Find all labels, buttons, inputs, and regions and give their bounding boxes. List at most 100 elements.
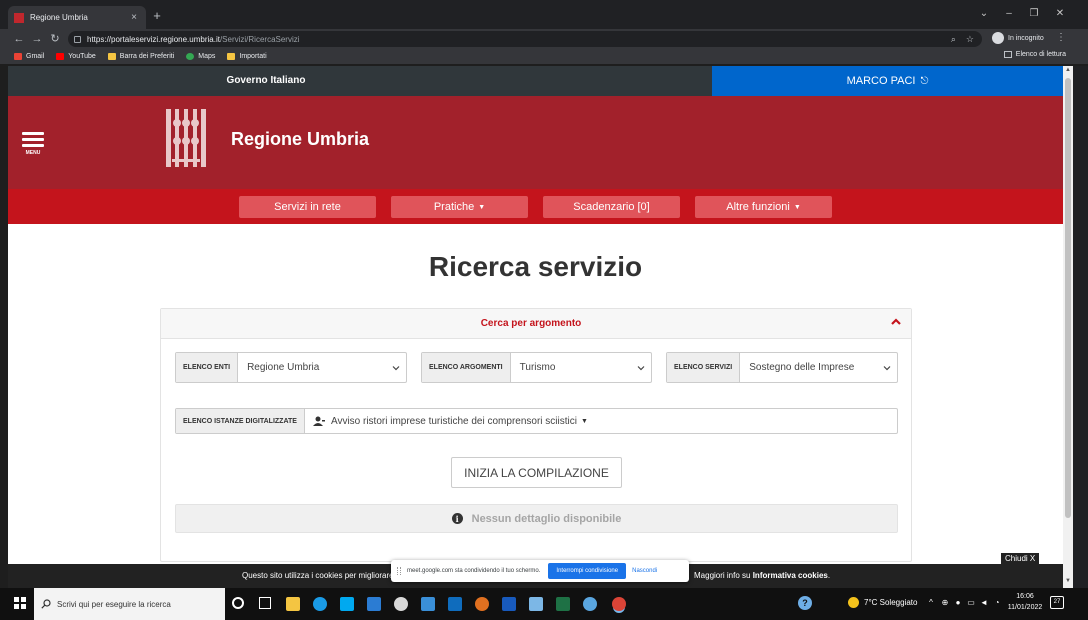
search-placeholder: Scrivi qui per eseguire la ricerca (57, 599, 171, 609)
browser-menu-icon[interactable]: ⋮ (1056, 32, 1066, 43)
weather-text: 7°C Soleggiato (864, 598, 918, 607)
panel-header[interactable]: Cerca per argomento (161, 309, 911, 339)
field-value[interactable]: Avviso ristori imprese turistiche dei co… (305, 409, 897, 433)
menu-label: MENU (25, 150, 41, 156)
argomenti-select[interactable]: ELENCO ARGOMENTI Turismo (421, 352, 652, 383)
back-icon[interactable]: ← (12, 32, 26, 46)
task-view-icon[interactable] (259, 597, 271, 609)
weather-widget[interactable]: 7°C Soleggiato (848, 597, 917, 608)
nav-altre-funzioni[interactable]: Altre funzioni ▼ (695, 196, 832, 218)
bookmark-folder-preferiti[interactable]: Barra dei Preferiti (107, 53, 174, 60)
nav-scadenzario[interactable]: Scadenzario [0] (543, 196, 680, 218)
network-icon[interactable]: ⊕ (940, 598, 950, 607)
cortana-icon[interactable] (232, 597, 244, 609)
enti-select[interactable]: ELENCO ENTI Regione Umbria (175, 352, 407, 383)
cookie-close-button[interactable]: Chiudi X (1001, 553, 1040, 564)
scroll-down-icon[interactable]: ▼ (1064, 578, 1072, 584)
logout-icon: ⎋ (920, 75, 929, 87)
tab-search-icon[interactable]: ⌄ (976, 8, 992, 19)
bookmark-folder-importati[interactable]: Importati (227, 53, 267, 60)
field-label: ELENCO ENTI (176, 353, 239, 382)
nav-servizi-in-rete[interactable]: Servizi in rete (239, 196, 376, 218)
mail-icon[interactable] (367, 597, 381, 611)
field-label: ELENCO ARGOMENTI (422, 353, 511, 382)
search-panel: Cerca per argomento ELENCO ENTI Regione … (160, 308, 912, 562)
clock-date: 11/01/2022 (1007, 604, 1043, 611)
close-window-icon[interactable]: ✕ (1052, 8, 1068, 19)
istanze-dropdown[interactable]: ELENCO ISTANZE DIGITALIZZATE Avviso rist… (175, 408, 898, 434)
url-input[interactable]: https://portaleservizi.regione.umbria.it… (68, 31, 982, 47)
restore-icon[interactable]: ❐ (1026, 8, 1042, 19)
gmail-icon (14, 53, 22, 60)
bookmark-maps[interactable]: Maps (186, 53, 215, 60)
bookmark-label: YouTube (68, 53, 96, 60)
scroll-thumb[interactable] (1065, 78, 1071, 518)
region-logo-icon[interactable] (166, 109, 206, 167)
tray-chevron-icon[interactable]: ^ (926, 598, 936, 607)
screen-share-popup: meet.google.com sta condividendo il tuo … (391, 560, 689, 582)
drag-handle-icon[interactable] (397, 567, 401, 575)
url-host: https://portaleservizi.regione.umbria.it (87, 34, 220, 44)
minimize-icon[interactable]: – (1001, 8, 1017, 19)
new-tab-icon[interactable]: + (150, 9, 164, 23)
chevron-down-icon (883, 365, 891, 370)
page-scrollbar[interactable]: ▲ ▼ (1063, 66, 1073, 588)
app-icon[interactable] (394, 597, 408, 611)
excel-icon[interactable] (556, 597, 570, 611)
skype-icon[interactable] (340, 597, 354, 611)
stop-sharing-button[interactable]: Interrompi condivisione (548, 563, 627, 579)
cookie-info-suffix: . (827, 571, 831, 580)
hide-popup-button[interactable]: Nascondi (632, 568, 657, 574)
browser-tab[interactable]: Regione Umbria × (8, 6, 146, 29)
gov-label[interactable]: Governo Italiano (8, 66, 524, 96)
field-value[interactable]: Turismo (511, 353, 651, 382)
system-clock[interactable]: 16:06 11/01/2022 (1003, 591, 1047, 613)
reading-list-label: Elenco di lettura (1015, 51, 1066, 58)
url-path: /Servizi/RicercaServizi (219, 34, 300, 44)
edge-icon[interactable] (313, 597, 327, 611)
region-header: MENU Regione Umbria (8, 96, 1063, 189)
tab-title: Regione Umbria (30, 13, 88, 22)
menu-button[interactable]: MENU (22, 132, 44, 156)
app-icon[interactable] (583, 597, 597, 611)
help-icon[interactable]: ? (798, 596, 812, 610)
word-icon[interactable] (502, 597, 516, 611)
zoom-icon[interactable]: ⌕ (951, 34, 956, 45)
incognito-badge[interactable]: In incognito (992, 32, 1044, 44)
cookie-policy-link[interactable]: Informativa cookies (753, 571, 828, 580)
field-value[interactable]: Regione Umbria (238, 353, 406, 382)
bookmark-gmail[interactable]: Gmail (14, 53, 44, 60)
microphone-icon[interactable]: ● (953, 598, 963, 607)
selected-value: Regione Umbria (247, 362, 320, 373)
reading-list[interactable]: Elenco di lettura (1003, 51, 1066, 58)
site-title[interactable]: Regione Umbria (231, 129, 369, 150)
wifi-icon[interactable]: ◔ (992, 598, 1002, 607)
chrome-icon[interactable] (612, 597, 626, 611)
windows-start-icon[interactable] (14, 597, 26, 609)
file-explorer-icon[interactable] (286, 597, 300, 611)
outlook-icon[interactable] (448, 597, 462, 611)
nav-pratiche[interactable]: Pratiche ▼ (391, 196, 528, 218)
field-value[interactable]: Sostegno delle Imprese (740, 353, 897, 382)
taskbar-search-input[interactable]: Scrivi qui per eseguire la ricerca (34, 588, 225, 620)
maps-icon (186, 53, 195, 60)
user-logout-button[interactable]: MARCO PACI ⎋ (712, 66, 1063, 96)
reload-icon[interactable]: ↻ (48, 32, 62, 46)
forward-icon[interactable]: → (30, 32, 44, 46)
search-icon (41, 599, 51, 609)
bookmark-label: Importati (239, 53, 267, 60)
scroll-up-icon[interactable]: ▲ (1064, 67, 1072, 73)
store-icon[interactable] (421, 597, 435, 611)
chevron-up-icon[interactable] (891, 317, 901, 327)
headset-icon[interactable] (475, 597, 489, 611)
caret-down-icon: ▼ (580, 417, 588, 425)
notepad-icon[interactable] (529, 597, 543, 611)
notifications-icon[interactable]: 27 (1050, 596, 1064, 609)
bookmark-youtube[interactable]: YouTube (56, 53, 96, 60)
bookmark-star-icon[interactable]: ☆ (966, 34, 974, 45)
tab-close-icon[interactable]: × (128, 12, 140, 23)
battery-icon[interactable]: ▭ (966, 598, 976, 607)
start-compilation-button[interactable]: INIZIA LA COMPILAZIONE (451, 457, 622, 488)
servizi-select[interactable]: ELENCO SERVIZI Sostegno delle Imprese (666, 352, 898, 383)
volume-icon[interactable]: ◄ (979, 598, 989, 607)
